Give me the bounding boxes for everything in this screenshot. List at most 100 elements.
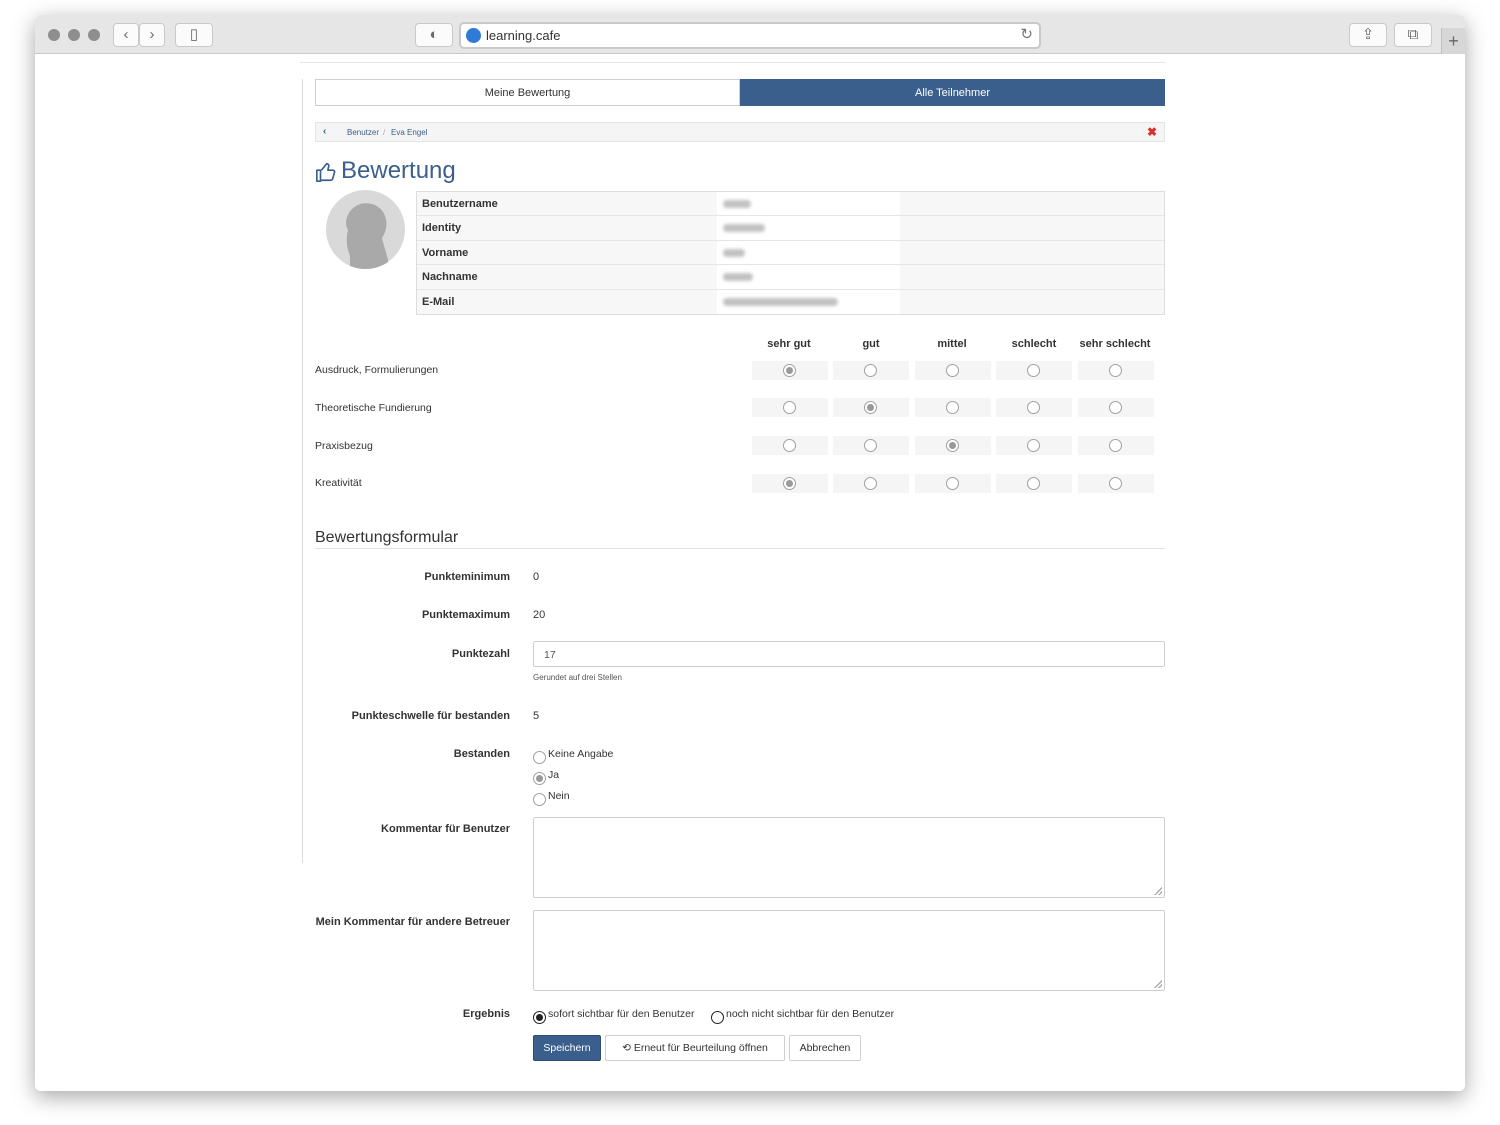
- user-info-label: Identity: [422, 222, 462, 235]
- score-label: Punktezahl: [451, 648, 510, 660]
- redacted-value: [717, 216, 900, 240]
- rating-radio[interactable]: [864, 401, 877, 414]
- threshold-label: Punkteschwelle für bestanden: [351, 710, 510, 722]
- radio-button[interactable]: [533, 793, 546, 806]
- user-info-label: Benutzername: [422, 198, 498, 210]
- points-maximum-label: Punktemaximum: [421, 609, 510, 621]
- sidebar-icon: ▯: [189, 26, 199, 43]
- rating-radio[interactable]: [783, 364, 796, 377]
- rating-radio[interactable]: [946, 401, 959, 414]
- rating-cell[interactable]: [915, 398, 991, 417]
- breadcrumb-item-current[interactable]: Eva Engel: [391, 128, 427, 137]
- breadcrumb-item-benutzer[interactable]: Benutzer: [347, 128, 379, 137]
- divider: [302, 79, 303, 863]
- radio-button[interactable]: [533, 751, 546, 764]
- rating-cell[interactable]: [996, 436, 1072, 455]
- rating-radio[interactable]: [783, 401, 796, 414]
- rating-criterion-label: Praxisbezug: [315, 440, 373, 452]
- cancel-button[interactable]: Abbrechen: [789, 1035, 861, 1061]
- address-bar[interactable]: learning.cafe ↻: [459, 22, 1041, 49]
- rating-cell[interactable]: [752, 436, 828, 455]
- passed-label: Bestanden: [453, 748, 510, 760]
- tab-alle-teilnehmer[interactable]: Alle Teilnehmer: [740, 79, 1165, 106]
- thumbs-up-icon: [316, 162, 336, 182]
- close-window-button[interactable]: [48, 29, 60, 41]
- rating-column-header: sehr schlecht: [1079, 338, 1151, 350]
- minimize-window-button[interactable]: [68, 29, 80, 41]
- user-silhouette-icon: [346, 203, 388, 269]
- tabs-overview-button[interactable]: ⧉: [1394, 23, 1432, 47]
- rating-cell[interactable]: [752, 474, 828, 493]
- rating-cell[interactable]: [1078, 361, 1154, 380]
- rating-radio[interactable]: [946, 364, 959, 377]
- user-info-label: Vorname: [422, 246, 469, 259]
- forward-button[interactable]: ›: [139, 23, 165, 47]
- reload-icon[interactable]: ↻: [1020, 25, 1033, 43]
- new-tab-button[interactable]: +: [1441, 28, 1465, 54]
- comment-other-textarea[interactable]: [533, 910, 1165, 991]
- rating-radio[interactable]: [1109, 477, 1122, 490]
- privacy-report-button[interactable]: ◐: [415, 23, 453, 47]
- share-icon: ⇪: [1361, 26, 1375, 43]
- reopen-button[interactable]: ⟲ Erneut für Beurteilung öffnen: [605, 1035, 785, 1061]
- rating-radio[interactable]: [1027, 401, 1040, 414]
- table-row: Identity: [417, 216, 1164, 241]
- rating-radio[interactable]: [864, 364, 877, 377]
- redacted-text: [723, 200, 751, 208]
- radio-button[interactable]: [533, 1011, 546, 1024]
- rating-radio[interactable]: [783, 477, 796, 490]
- comment-user-label: Kommentar für Benutzer: [381, 823, 510, 835]
- rating-radio[interactable]: [946, 477, 959, 490]
- rating-cell[interactable]: [1078, 474, 1154, 493]
- table-row: Benutzername: [417, 192, 1164, 217]
- rating-radio[interactable]: [1027, 477, 1040, 490]
- back-button[interactable]: ‹: [113, 23, 139, 47]
- table-row: E-Mail: [417, 289, 1164, 314]
- chevron-left-icon: ‹: [123, 26, 129, 43]
- rating-radio[interactable]: [1109, 364, 1122, 377]
- rating-radio[interactable]: [1109, 401, 1122, 414]
- rating-cell[interactable]: [833, 361, 909, 380]
- rating-cell[interactable]: [915, 436, 991, 455]
- rating-radio[interactable]: [864, 439, 877, 452]
- chevron-left-icon[interactable]: ‹: [323, 126, 326, 137]
- rating-cell[interactable]: [752, 398, 828, 417]
- rating-cell[interactable]: [915, 361, 991, 380]
- comment-user-textarea[interactable]: [533, 817, 1165, 898]
- rating-radio[interactable]: [864, 477, 877, 490]
- rating-radio[interactable]: [946, 439, 959, 452]
- user-info-table: Benutzername Identity Vorname Nachname E…: [416, 191, 1165, 315]
- close-icon[interactable]: ✖: [1147, 125, 1157, 139]
- rating-cell[interactable]: [833, 436, 909, 455]
- rating-cell[interactable]: [1078, 398, 1154, 417]
- tab-meine-bewertung[interactable]: Meine Bewertung: [315, 79, 740, 106]
- rating-cell[interactable]: [996, 474, 1072, 493]
- rating-cell[interactable]: [996, 398, 1072, 417]
- rating-cell[interactable]: [833, 398, 909, 417]
- zoom-window-button[interactable]: [88, 29, 100, 41]
- option-label: Nein: [548, 790, 570, 802]
- avatar: [326, 190, 405, 269]
- share-button[interactable]: ⇪: [1349, 23, 1387, 47]
- rating-radio[interactable]: [783, 439, 796, 452]
- rating-cell[interactable]: [915, 474, 991, 493]
- sidebar-toggle-button[interactable]: ▯: [175, 23, 213, 47]
- radio-button[interactable]: [711, 1011, 724, 1024]
- score-input[interactable]: 17: [533, 641, 1165, 667]
- rating-cell[interactable]: [752, 361, 828, 380]
- rating-cell[interactable]: [1078, 436, 1154, 455]
- radio-button[interactable]: [533, 772, 546, 785]
- table-row: Vorname: [417, 240, 1164, 266]
- rating-cell[interactable]: [833, 474, 909, 493]
- rating-column-header: sehr gut: [767, 338, 811, 350]
- reopen-button-label: Erneut für Beurteilung öffnen: [633, 1042, 768, 1054]
- redacted-text: [723, 273, 753, 282]
- rating-column-header: gut: [862, 338, 880, 350]
- option-label: Ja: [548, 769, 560, 781]
- user-info-label: E-Mail: [422, 295, 455, 308]
- rating-radio[interactable]: [1109, 439, 1122, 452]
- save-button[interactable]: Speichern: [533, 1035, 601, 1061]
- rating-cell[interactable]: [996, 361, 1072, 380]
- rating-radio[interactable]: [1027, 439, 1040, 452]
- rating-radio[interactable]: [1027, 364, 1040, 377]
